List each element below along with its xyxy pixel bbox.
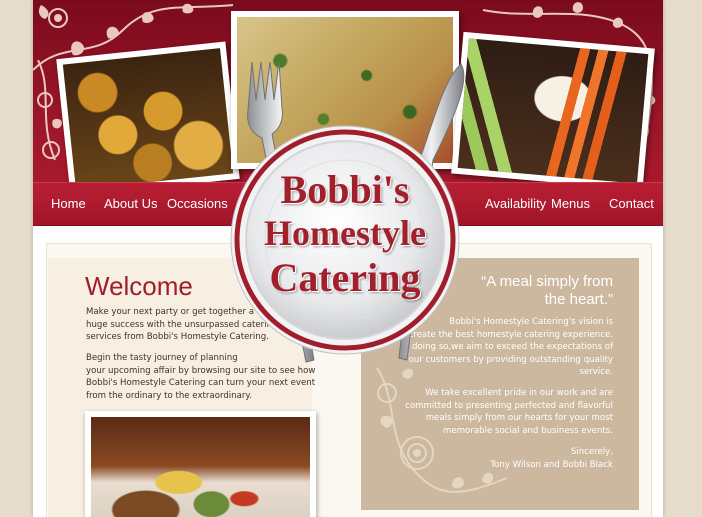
welcome-p2-line: Bobbi's Homestyle Catering can turn your… xyxy=(86,378,316,389)
brand-line-1: Bobbi's xyxy=(280,167,410,212)
about-p1-line: Bobbi's Homestyle Catering's vision is xyxy=(449,317,613,327)
quote-line: “A meal simply from xyxy=(481,273,613,290)
about-p2-line: meals simply from our hearts for your mo… xyxy=(425,413,613,424)
closing-text: Sincerely, xyxy=(570,447,613,457)
welcome-p2-line: from the ordinary to the extraordinary. xyxy=(86,390,253,401)
nav-home[interactable]: Home xyxy=(51,196,86,211)
page: Home About Us Occasions Availability Men… xyxy=(33,0,663,517)
about-closing: Sincerely, Tony Wilson and Bobbi Black xyxy=(383,446,613,471)
brand-line-2: Homestyle xyxy=(264,213,426,253)
photo-vegetables xyxy=(451,31,655,183)
nav-occasions[interactable]: Occasions xyxy=(167,196,228,211)
nav-about-us[interactable]: About Us xyxy=(104,196,157,211)
nav-menus[interactable]: Menus xyxy=(551,196,590,211)
welcome-p2-line: Begin the tasty journey of planning xyxy=(86,353,238,363)
quote-line: the heart.” xyxy=(544,291,613,308)
nav-contact[interactable]: Contact xyxy=(609,196,654,211)
welcome-heading: Welcome xyxy=(85,271,193,301)
photo-plated-meal xyxy=(85,411,316,517)
nav-availability[interactable]: Availability xyxy=(485,196,546,211)
about-p1-line: service. xyxy=(579,367,613,378)
photo-bread-rolls xyxy=(56,41,240,183)
plate-logo: Bobbi's Homestyle Catering xyxy=(229,124,461,356)
about-p2-line: memorable social and business events. xyxy=(443,425,613,436)
about-paragraph-2: We take excellent pride in our work and … xyxy=(383,387,613,437)
brand-line-3: Catering xyxy=(269,255,421,300)
about-p2-line: committed to presenting perfected and fl… xyxy=(405,400,613,411)
about-p2-line: We take excellent pride in our work and … xyxy=(425,388,613,398)
signature-text: Tony Wilson and Bobbi Black xyxy=(490,459,613,470)
